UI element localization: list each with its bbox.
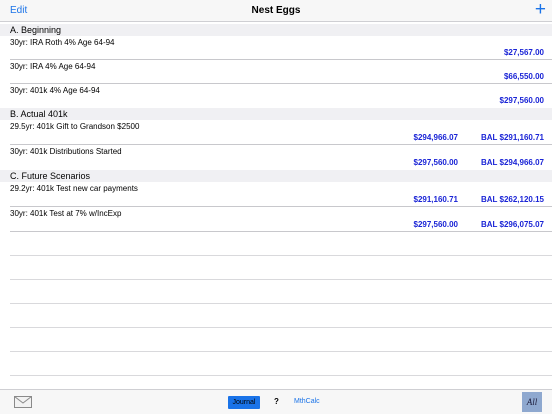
all-button[interactable]: All — [522, 392, 542, 412]
list-item[interactable]: 29.2yr: 401k Test new car payments $291,… — [0, 182, 552, 207]
section-header-beginning: A. Beginning — [0, 24, 552, 36]
navigation-bar: Edit Nest Eggs + — [0, 0, 552, 22]
empty-row-divider — [10, 303, 552, 304]
page-title: Nest Eggs — [251, 5, 301, 16]
row-balance: BAL $291,160.71 — [480, 133, 544, 142]
empty-row-divider — [10, 351, 552, 352]
row-divider — [10, 231, 552, 232]
mail-icon[interactable] — [14, 395, 32, 408]
list-item[interactable]: 30yr: IRA Roth 4% Age 64-94 $27,567.00 — [0, 36, 552, 60]
mthcalc-button[interactable]: MthCalc — [294, 398, 320, 405]
empty-row-divider — [10, 255, 552, 256]
row-title: 30yr: 401k Distributions Started — [10, 147, 122, 156]
row-amount: $297,560.00 — [413, 158, 459, 167]
section-header-actual-401k: B. Actual 401k — [0, 108, 552, 120]
section-header-future-scenarios: C. Future Scenarios — [0, 170, 552, 182]
list-item[interactable]: 30yr: IRA 4% Age 64-94 $66,550.00 — [0, 60, 552, 84]
row-balance: $27,567.00 — [503, 48, 544, 57]
add-button[interactable]: + — [535, 0, 546, 21]
row-balance: BAL $294,966.07 — [480, 158, 544, 167]
edit-button[interactable]: Edit — [10, 5, 27, 16]
empty-row-divider — [10, 279, 552, 280]
empty-row-divider — [10, 375, 552, 376]
row-title: 29.5yr: 401k Gift to Grandson $2500 — [10, 122, 140, 131]
row-amount: $294,966.07 — [413, 133, 459, 142]
row-amount: $297,560.00 — [413, 220, 459, 229]
bottom-toolbar: Journal ? MthCalc All — [0, 389, 552, 414]
journal-button[interactable]: Journal — [228, 396, 260, 409]
row-title: 30yr: 401k Test at 7% w/IncExp — [10, 209, 122, 218]
row-balance: BAL $262,120.15 — [480, 195, 544, 204]
row-title: 30yr: IRA Roth 4% Age 64-94 — [10, 38, 115, 47]
row-amount: $291,160.71 — [413, 195, 459, 204]
help-button[interactable]: ? — [274, 397, 279, 406]
list-item[interactable]: 30yr: 401k Distributions Started $297,56… — [0, 145, 552, 170]
row-balance: BAL $296,075.07 — [480, 220, 544, 229]
list-item[interactable]: 29.5yr: 401k Gift to Grandson $2500 $294… — [0, 120, 552, 145]
row-title: 30yr: 401k 4% Age 64-94 — [10, 86, 100, 95]
row-balance: $66,550.00 — [503, 72, 544, 81]
row-title: 30yr: IRA 4% Age 64-94 — [10, 62, 96, 71]
row-balance: $297,560.00 — [499, 96, 545, 105]
list-item[interactable]: 30yr: 401k Test at 7% w/IncExp $297,560.… — [0, 207, 552, 232]
list-item[interactable]: 30yr: 401k 4% Age 64-94 $297,560.00 — [0, 84, 552, 108]
row-title: 29.2yr: 401k Test new car payments — [10, 184, 138, 193]
empty-row-divider — [10, 327, 552, 328]
